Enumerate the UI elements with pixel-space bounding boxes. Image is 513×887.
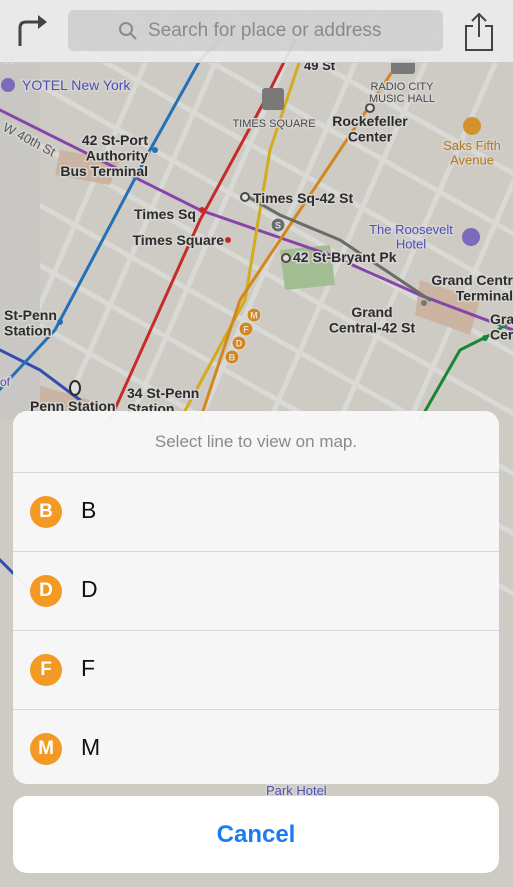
line-option-label: F xyxy=(81,655,96,681)
cancel-button[interactable]: Cancel xyxy=(13,796,499,873)
line-f-badge-icon: F xyxy=(30,654,62,686)
search-icon xyxy=(119,22,137,40)
directions-icon[interactable] xyxy=(14,10,50,50)
line-option-d[interactable]: D D xyxy=(13,552,499,631)
line-option-label: D xyxy=(81,576,98,602)
share-icon[interactable] xyxy=(462,10,496,52)
line-option-m[interactable]: M M xyxy=(13,710,499,784)
line-option-label: M xyxy=(81,734,101,760)
search-bar[interactable]: Search for place or address xyxy=(68,10,443,51)
line-b-badge-icon: B xyxy=(30,496,62,528)
line-d-badge-icon: D xyxy=(30,575,62,607)
search-placeholder: Search for place or address xyxy=(148,20,382,41)
line-picker-sheet: Select line to view on map. B B D D F F … xyxy=(13,411,499,784)
line-m-badge-icon: M xyxy=(30,733,62,765)
line-option-b[interactable]: B B xyxy=(13,473,499,552)
line-option-f[interactable]: F F xyxy=(13,631,499,710)
sheet-title: Select line to view on map. xyxy=(13,411,499,473)
line-option-label: B xyxy=(81,497,97,523)
top-bar: Search for place or address xyxy=(0,0,513,63)
